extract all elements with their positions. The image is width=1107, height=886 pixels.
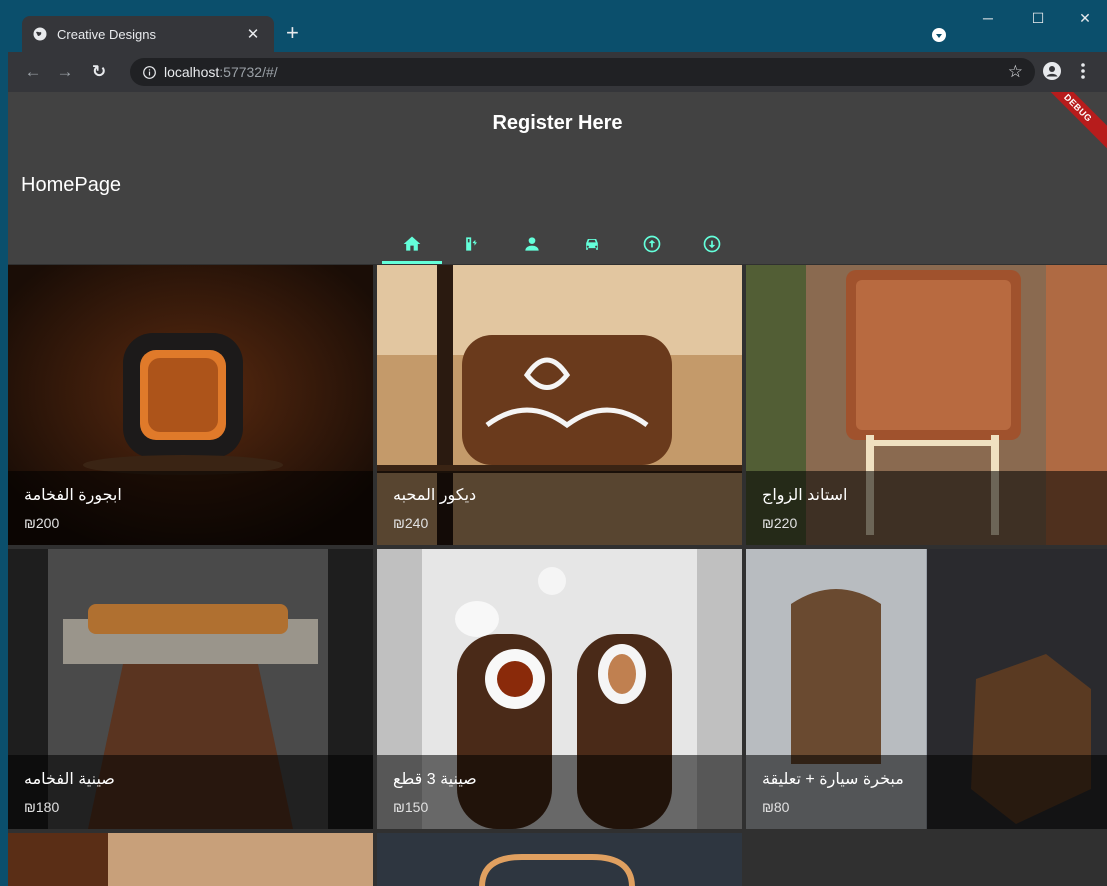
- car-icon: [586, 239, 598, 250]
- product-name: استاند الزواج: [762, 487, 848, 504]
- product-card[interactable]: صينية الفخامه ₪180: [8, 549, 373, 829]
- product-price: ₪150: [393, 799, 429, 815]
- tab-upload[interactable]: [622, 224, 682, 264]
- product-price: ₪180: [24, 799, 60, 815]
- new-tab-button[interactable]: +: [286, 22, 299, 44]
- media-download-icon[interactable]: [932, 28, 946, 42]
- product-caption: استاند الزواج ₪220: [746, 471, 1107, 545]
- product-price: ₪80: [762, 799, 790, 815]
- menu-kebab-icon[interactable]: [1080, 62, 1086, 80]
- forward-icon[interactable]: →: [52, 62, 78, 82]
- register-appbar[interactable]: Register Here: [8, 92, 1107, 154]
- info-icon[interactable]: [143, 65, 156, 79]
- url-path: :57732/#/: [219, 64, 278, 80]
- reload-icon[interactable]: ↻: [86, 62, 112, 82]
- product-caption: مبخرة سيارة + تعليقة ₪80: [746, 755, 1107, 829]
- product-name: صينية 3 قطع: [393, 771, 477, 788]
- browser-titlebar: Creative Designs ✕ + ─ ☐ ✕: [0, 0, 1107, 52]
- product-name: ديكور المحبه: [393, 487, 477, 504]
- product-price: ₪200: [24, 515, 60, 531]
- product-caption: ابجورة الفخامة ₪200: [8, 471, 373, 545]
- register-title[interactable]: Register Here: [492, 112, 622, 135]
- tab-download[interactable]: [682, 224, 742, 264]
- back-icon[interactable]: ←: [20, 62, 46, 82]
- minimize-button[interactable]: ─: [973, 10, 1003, 26]
- tab-ev-station[interactable]: [442, 224, 502, 264]
- close-window-button[interactable]: ✕: [1070, 10, 1100, 27]
- page-title: HomePage: [21, 174, 122, 196]
- home-icon: [403, 236, 421, 251]
- product-caption: ديكور المحبه ₪240: [377, 471, 742, 545]
- product-card[interactable]: مبخرة سيارة + تعليقة ₪80: [746, 549, 1107, 829]
- product-price: ₪220: [762, 515, 798, 531]
- product-card[interactable]: ابجورة الفخامة ₪200: [8, 265, 373, 545]
- globe-icon: [33, 27, 47, 41]
- product-name: صينية الفخامه: [24, 771, 115, 788]
- product-card[interactable]: صينية 3 قطع ₪150: [377, 549, 742, 829]
- arrow-down-circle-icon: [703, 235, 721, 253]
- product-card-partial[interactable]: [377, 833, 742, 886]
- tab-close-icon[interactable]: ✕: [242, 25, 264, 43]
- person-icon: [525, 237, 539, 251]
- tab-person[interactable]: [502, 224, 562, 264]
- tab-car[interactable]: [562, 224, 622, 264]
- address-bar[interactable]: localhost:57732/#/ ☆: [130, 58, 1035, 86]
- product-image: [377, 833, 742, 886]
- tab-bar: [382, 224, 742, 264]
- home-appbar: HomePage: [8, 154, 1107, 264]
- app-viewport: Register Here DEBUG HomePage ابجورة الفخ…: [8, 92, 1107, 886]
- bookmark-star-icon[interactable]: ☆: [1008, 62, 1023, 82]
- profile-icon[interactable]: [1043, 62, 1061, 80]
- product-price: ₪240: [393, 515, 429, 531]
- url-host: localhost: [164, 64, 220, 80]
- browser-toolbar: ← → ↻ localhost:57732/#/ ☆: [8, 52, 1107, 92]
- maximize-button[interactable]: ☐: [1023, 10, 1053, 27]
- arrow-up-circle-icon: [643, 235, 661, 253]
- product-card[interactable]: ديكور المحبه ₪240: [377, 265, 742, 545]
- tab-title: Creative Designs: [57, 26, 156, 42]
- product-name: ابجورة الفخامة: [24, 487, 122, 504]
- ev-station-icon: [466, 237, 477, 251]
- product-image: [8, 833, 373, 886]
- product-name: مبخرة سيارة + تعليقة: [762, 771, 904, 788]
- browser-tab[interactable]: Creative Designs ✕: [22, 16, 274, 52]
- product-caption: صينية الفخامه ₪180: [8, 755, 373, 829]
- product-grid: ابجورة الفخامة ₪200 ديكور المحبه ₪240 اس…: [8, 265, 1107, 886]
- product-caption: صينية 3 قطع ₪150: [377, 755, 742, 829]
- product-card-partial[interactable]: [8, 833, 373, 886]
- product-card[interactable]: استاند الزواج ₪220: [746, 265, 1107, 545]
- tab-home[interactable]: [382, 224, 442, 264]
